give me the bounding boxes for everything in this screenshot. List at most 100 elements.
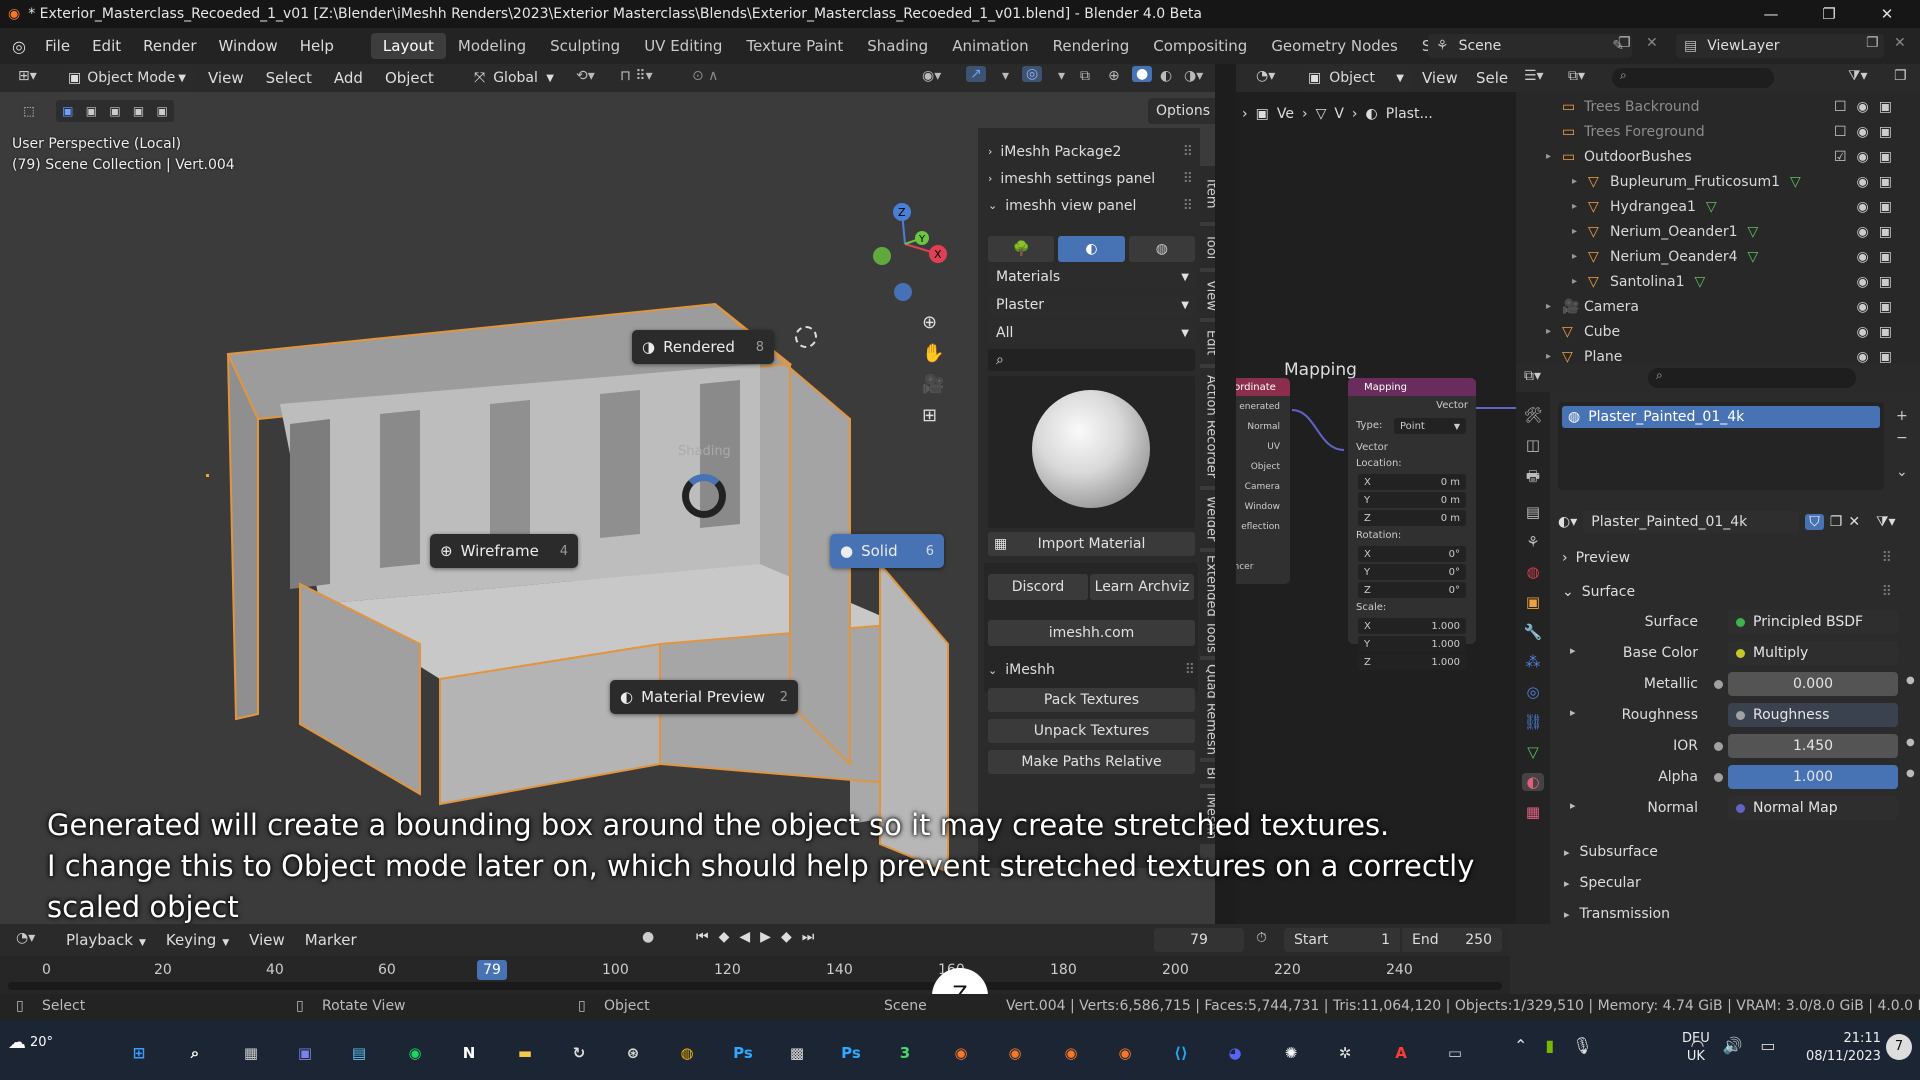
- npanel-tab-tool[interactable]: Tool: [1200, 226, 1215, 268]
- overlay-toggle-icon[interactable]: ◎: [1022, 66, 1043, 82]
- mapping-location-z[interactable]: Z 0 m: [1358, 510, 1466, 526]
- visibility-eye-icon[interactable]: ◉: [1857, 224, 1869, 240]
- tab-uv-editing[interactable]: UV Editing: [632, 33, 734, 59]
- category-dropdown[interactable]: Plaster ▼: [988, 293, 1195, 317]
- drag-handle-icon[interactable]: ⠿: [1183, 198, 1193, 214]
- camera-view-icon[interactable]: 🎥: [922, 374, 944, 395]
- npanel-tab-action-recorder[interactable]: Action Recorder: [1200, 368, 1215, 486]
- timeline-menu-view[interactable]: View: [249, 931, 285, 949]
- surface-section-header[interactable]: ⌄ Surface ⠿: [1562, 580, 1892, 604]
- visibility-eye-icon[interactable]: ◉: [1857, 174, 1869, 190]
- play-reverse-icon[interactable]: ◀: [739, 929, 750, 945]
- tab-geometry-nodes[interactable]: Geometry Nodes: [1259, 33, 1410, 59]
- slot-menu-icon[interactable]: ⌄: [1896, 464, 1908, 480]
- hdri-mode-icon[interactable]: ◍: [1128, 236, 1195, 262]
- minimize-button[interactable]: —: [1748, 0, 1794, 28]
- material-name-field[interactable]: Plaster_Painted_01_4k: [1583, 511, 1800, 533]
- expand-arrow-icon[interactable]: ▸: [1546, 351, 1562, 362]
- photoshop-beta-icon[interactable]: Ps: [834, 1036, 868, 1070]
- exclude-checkbox[interactable]: ☐: [1834, 99, 1847, 115]
- drag-handle-icon[interactable]: ⠿: [1882, 550, 1892, 566]
- jump-end-icon[interactable]: ⏭: [802, 929, 815, 945]
- clock[interactable]: 21:11 08/11/2023: [1806, 1030, 1881, 1066]
- expand-arrow-icon[interactable]: ▸: [1546, 326, 1562, 337]
- record-icon[interactable]: ●: [642, 929, 654, 945]
- material-slots-list[interactable]: ◍ Plaster_Painted_01_4k: [1558, 402, 1884, 490]
- property-value-field[interactable]: Principled BSDF: [1728, 610, 1898, 634]
- keyframe-dot-icon[interactable]: ●: [1906, 675, 1915, 686]
- terminal-icon[interactable]: ▭: [1438, 1036, 1472, 1070]
- npanel-tab-item[interactable]: Item: [1200, 166, 1215, 222]
- timeline-menu-keying[interactable]: Keying ▼: [166, 931, 229, 949]
- expand-arrow-icon[interactable]: ▸: [1572, 251, 1588, 262]
- render-camera-icon[interactable]: ▣: [1879, 149, 1892, 165]
- chevron-right-icon[interactable]: ▸: [1570, 706, 1576, 719]
- tab-texture-paint[interactable]: Texture Paint: [734, 33, 855, 59]
- wireframe-shading-icon[interactable]: ⊕: [1108, 68, 1120, 84]
- property-value-field[interactable]: 0.000: [1714, 672, 1898, 696]
- socket-dot-icon[interactable]: [1736, 648, 1745, 658]
- mapping-scale-z[interactable]: Z 1.000: [1358, 654, 1466, 670]
- playhead[interactable]: 79: [477, 960, 507, 980]
- outliner-item[interactable]: ▸ ▽ Hydrangea1 ▽ ◉ ▣: [1516, 194, 1906, 219]
- models-mode-icon[interactable]: 🌳: [988, 236, 1055, 262]
- unpack-textures-button[interactable]: Unpack Textures: [988, 719, 1195, 743]
- new-viewlayer-icon[interactable]: ❐: [1866, 35, 1879, 51]
- blender-icon-1[interactable]: ◉: [944, 1036, 978, 1070]
- materials-dropdown[interactable]: Materials ▼: [988, 265, 1195, 289]
- chevron-right-icon[interactable]: ▸: [1570, 644, 1576, 657]
- clock-icon[interactable]: ⏱: [1256, 930, 1267, 946]
- filter-dropdown[interactable]: All ▼: [988, 321, 1195, 345]
- blender-icon-4[interactable]: ◉: [1108, 1036, 1142, 1070]
- outliner-item[interactable]: ▸ 🎥 Camera ◉ ▣: [1516, 294, 1906, 319]
- outliner-item[interactable]: ▸ ▽ Nerium_Oeander1 ▽ ◉ ▣: [1516, 219, 1906, 244]
- timeline-ruler[interactable]: 0204060100120140160180200220240: [0, 962, 1510, 982]
- imeshh-section-header[interactable]: ⌄ iMeshh ⠿: [988, 658, 1195, 682]
- tab-shading[interactable]: Shading: [855, 33, 940, 59]
- chevron-right-icon[interactable]: ▸: [1570, 799, 1576, 812]
- mapping-node[interactable]: Mapping Vector Type: Point ▼ Vector Locat…: [1348, 378, 1476, 670]
- tab-rendering[interactable]: Rendering: [1041, 33, 1142, 59]
- photoshop-icon[interactable]: Ps: [726, 1036, 760, 1070]
- npanel-tab-edit[interactable]: Edit: [1200, 322, 1215, 364]
- expand-arrow-icon[interactable]: ▸: [1572, 201, 1588, 212]
- pie-wireframe-option[interactable]: ⊕ Wireframe 4: [430, 534, 578, 568]
- viewlayer-selector[interactable]: ▤ ViewLayer: [1676, 34, 1884, 58]
- outliner-item[interactable]: ▸ ▽ Bupleurum_Fruticosum1 ▽ ◉ ▣: [1516, 169, 1906, 194]
- render-camera-icon[interactable]: ▣: [1879, 99, 1892, 115]
- properties-type-icon[interactable]: ⧉▾: [1524, 368, 1541, 384]
- notion-icon[interactable]: N: [452, 1036, 486, 1070]
- outliner-item[interactable]: ▸ ▽ Cube ◉ ▣: [1516, 319, 1906, 344]
- pan-hand-icon[interactable]: ✋: [922, 343, 944, 364]
- material-tab-icon[interactable]: ◐: [1522, 773, 1544, 791]
- outliner-item[interactable]: ▸ ▽ Nerium_Oeander4 ▽ ◉ ▣: [1516, 244, 1906, 269]
- surface-subsection-transmission[interactable]: ▸ Transmission: [1564, 902, 1670, 924]
- outliner-item[interactable]: ▸ ▽ Plane ◉ ▣: [1516, 344, 1906, 365]
- openai-icon[interactable]: ✺: [1274, 1036, 1308, 1070]
- pie-rendered-option[interactable]: ◑ Rendered 8: [632, 330, 774, 364]
- material-browse-icon[interactable]: ◐▾: [1558, 514, 1577, 530]
- mapping-rotation-x[interactable]: X 0°: [1358, 546, 1466, 562]
- outliner-type-icon[interactable]: ☰▾: [1524, 68, 1544, 84]
- render-camera-icon[interactable]: ▣: [1879, 349, 1892, 365]
- drag-handle-icon[interactable]: ⠿: [1183, 144, 1193, 160]
- expand-arrow-icon[interactable]: ▸: [1572, 226, 1588, 237]
- tab-sculpting[interactable]: Sculpting: [538, 33, 632, 59]
- keyframe-dot-icon[interactable]: ●: [1906, 737, 1915, 748]
- jump-start-icon[interactable]: ⏮: [696, 929, 709, 945]
- end-frame-field[interactable]: End 250: [1402, 928, 1502, 952]
- maximize-button[interactable]: ❐: [1806, 0, 1852, 28]
- davinci-icon[interactable]: ✲: [1328, 1036, 1362, 1070]
- vscode-icon[interactable]: ⟨⟩: [1164, 1036, 1198, 1070]
- blender-icon-3[interactable]: ◉: [1054, 1036, 1088, 1070]
- npanel-tab-bl[interactable]: Bl: [1200, 762, 1215, 784]
- npanel-tab-quad-remesh[interactable]: Quad Remesh: [1200, 660, 1215, 758]
- nvidia-icon[interactable]: ▮: [1545, 1036, 1554, 1055]
- materials-mode-icon[interactable]: ◐: [1058, 236, 1125, 262]
- timeline-type-icon[interactable]: ◔▾: [16, 930, 35, 946]
- zoom-icon[interactable]: ⊕: [922, 312, 944, 333]
- delete-viewlayer-icon[interactable]: ✕: [1894, 35, 1906, 51]
- import-material-button[interactable]: ▦ Import Material: [988, 532, 1195, 556]
- current-frame-field[interactable]: 79: [1154, 928, 1244, 952]
- menu-edit[interactable]: Edit: [81, 37, 132, 55]
